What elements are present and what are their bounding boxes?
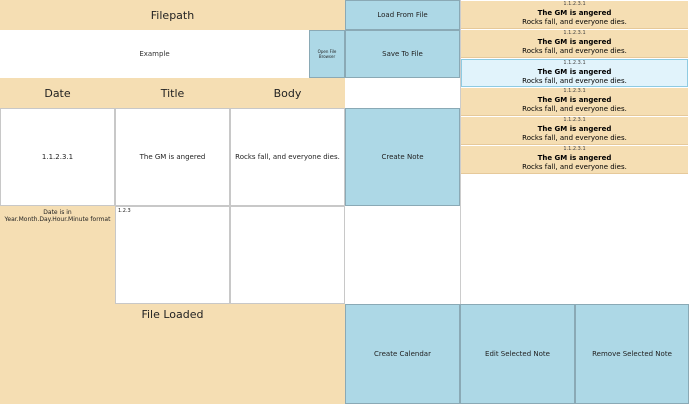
note-item[interactable]: 1.1.2.3.1 The GM is angered Rocks fall, … bbox=[461, 1, 688, 29]
body-field[interactable]: Rocks fall, and everyone dies. bbox=[230, 108, 345, 206]
remove-selected-note-button[interactable]: Remove Selected Note bbox=[575, 304, 689, 404]
note-title: The GM is angered bbox=[537, 9, 612, 17]
note-body: Rocks fall, and everyone dies. bbox=[522, 77, 627, 85]
empty-panel bbox=[345, 206, 460, 304]
note-body: Rocks fall, and everyone dies. bbox=[522, 134, 627, 142]
title-field[interactable]: The GM is angered bbox=[115, 108, 230, 206]
secondary-title-field[interactable]: 1.2.3 bbox=[115, 206, 230, 304]
date-field[interactable]: 1.1.2.3.1 bbox=[0, 108, 115, 206]
filepath-input[interactable]: Example bbox=[0, 30, 309, 78]
filepath-label: Filepath bbox=[0, 0, 345, 30]
note-date: 1.1.2.3.1 bbox=[563, 146, 586, 152]
date-format-hint: Date is in Year.Month.Day.Hour.Minute fo… bbox=[0, 206, 115, 304]
create-note-button[interactable]: Create Note bbox=[345, 108, 460, 206]
body-column-header: Body bbox=[230, 78, 345, 108]
note-date: 1.1.2.3.1 bbox=[563, 30, 586, 36]
open-file-browser-button[interactable]: Open File Browser bbox=[309, 30, 345, 78]
date-column-header: Date bbox=[0, 78, 115, 108]
note-title: The GM is angered bbox=[537, 68, 612, 76]
status-text: File Loaded bbox=[0, 304, 345, 404]
note-item[interactable]: 1.1.2.3.1 The GM is angered Rocks fall, … bbox=[461, 117, 688, 145]
header-spacer bbox=[345, 78, 460, 108]
note-title: The GM is angered bbox=[537, 125, 612, 133]
note-item-selected[interactable]: 1.1.2.3.1 The GM is angered Rocks fall, … bbox=[461, 59, 688, 87]
create-calendar-button[interactable]: Create Calendar bbox=[345, 304, 460, 404]
secondary-body-field[interactable] bbox=[230, 206, 345, 304]
title-column-header: Title bbox=[115, 78, 230, 108]
note-date: 1.1.2.3.1 bbox=[563, 88, 586, 94]
note-title: The GM is angered bbox=[537, 154, 612, 162]
note-item[interactable]: 1.1.2.3.1 The GM is angered Rocks fall, … bbox=[461, 88, 688, 116]
note-title: The GM is angered bbox=[537, 96, 612, 104]
note-body: Rocks fall, and everyone dies. bbox=[522, 163, 627, 171]
note-date: 1.1.2.3.1 bbox=[563, 60, 586, 66]
note-title: The GM is angered bbox=[537, 38, 612, 46]
note-item[interactable]: 1.1.2.3.1 The GM is angered Rocks fall, … bbox=[461, 146, 688, 174]
load-from-file-button[interactable]: Load From File bbox=[345, 0, 460, 30]
note-date: 1.1.2.3.1 bbox=[563, 117, 586, 123]
note-body: Rocks fall, and everyone dies. bbox=[522, 47, 627, 55]
note-date: 1.1.2.3.1 bbox=[563, 1, 586, 7]
note-item[interactable]: 1.1.2.3.1 The GM is angered Rocks fall, … bbox=[461, 30, 688, 58]
note-body: Rocks fall, and everyone dies. bbox=[522, 105, 627, 113]
edit-selected-note-button[interactable]: Edit Selected Note bbox=[460, 304, 575, 404]
note-body: Rocks fall, and everyone dies. bbox=[522, 18, 627, 26]
save-to-file-button[interactable]: Save To File bbox=[345, 30, 460, 78]
